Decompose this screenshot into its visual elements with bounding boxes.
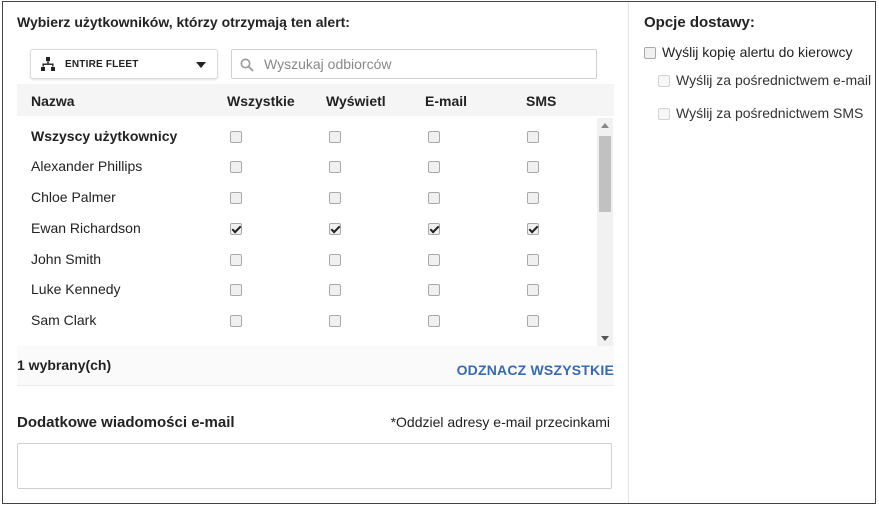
checkbox-email[interactable]: [428, 315, 440, 327]
scrollbar-thumb[interactable]: [599, 136, 611, 212]
checkbox-sms[interactable]: [527, 161, 539, 173]
checkbox-email[interactable]: [428, 254, 440, 266]
deselect-all-link[interactable]: ODZNACZ WSZYSTKIE: [457, 362, 614, 378]
checkbox-all[interactable]: [230, 284, 242, 296]
recipients-table-header: Nazwa Wszystkie Wyświetl E-mail SMS: [17, 84, 614, 116]
delivery-options-title: Opcje dostawy:: [644, 14, 755, 31]
checkbox-email[interactable]: [428, 284, 440, 296]
checkbox-display[interactable]: [329, 131, 341, 143]
row-name: John Smith: [31, 251, 102, 267]
table-row: Sam Clark: [17, 304, 597, 334]
checkbox-email[interactable]: [428, 161, 440, 173]
checkbox-all[interactable]: [230, 192, 242, 204]
option-send-sms[interactable]: Wyślij za pośrednictwem SMS: [658, 105, 863, 121]
table-scrollbar[interactable]: [597, 118, 613, 346]
checkbox-sms[interactable]: [527, 284, 539, 296]
checkbox-email[interactable]: [428, 192, 440, 204]
row-name: Alexander Phillips: [31, 158, 143, 174]
checkbox-copy-to-driver[interactable]: [644, 47, 656, 59]
column-header-sms: SMS: [526, 93, 557, 109]
checkbox-display[interactable]: [329, 192, 341, 204]
selected-count: 1 wybrany(ch): [17, 357, 112, 373]
option-label: Wyślij kopię alertu do kierowcy: [662, 44, 853, 60]
checkbox-email[interactable]: [428, 223, 440, 235]
recipients-table-body: Wszyscy użytkownicy Alexander Phillips C…: [17, 116, 614, 346]
extra-emails-title: Dodatkowe wiadomości e-mail: [17, 414, 235, 431]
table-row: Alexander Phillips: [17, 150, 597, 180]
row-name: Wszyscy użytkownicy: [31, 128, 178, 144]
checkbox-all[interactable]: [230, 131, 242, 143]
scroll-up-arrow-icon[interactable]: [601, 123, 609, 128]
recipient-search[interactable]: [231, 49, 597, 79]
checkbox-sms[interactable]: [527, 131, 539, 143]
column-header-email: E-mail: [425, 93, 468, 109]
checkbox-sms[interactable]: [527, 254, 539, 266]
checkbox-sms[interactable]: [527, 223, 539, 235]
option-label: Wyślij za pośrednictwem e-mail: [676, 72, 872, 88]
column-header-display: Wyświetl: [326, 93, 386, 109]
checkbox-send-email[interactable]: [658, 75, 670, 87]
table-row: Luke Kennedy: [17, 273, 597, 303]
checkbox-display[interactable]: [329, 223, 341, 235]
option-label: Wyślij za pośrednictwem SMS: [676, 105, 864, 121]
checkbox-sms[interactable]: [527, 315, 539, 327]
checkbox-display[interactable]: [329, 254, 341, 266]
caret-down-icon: [196, 62, 206, 68]
table-row: [17, 335, 597, 346]
table-row: Chloe Palmer: [17, 181, 597, 211]
column-header-all: Wszystkie: [227, 93, 295, 109]
checkbox-sms[interactable]: [527, 192, 539, 204]
row-name: Luke Kennedy: [31, 281, 121, 297]
search-icon: [240, 58, 254, 72]
row-name: Sam Clark: [31, 312, 97, 328]
extra-emails-input[interactable]: [17, 443, 612, 489]
row-name: Chloe Palmer: [31, 189, 116, 205]
checkbox-all[interactable]: [230, 254, 242, 266]
option-send-email[interactable]: Wyślij za pośrednictwem e-mail: [658, 72, 871, 88]
table-row-all-users: Wszyscy użytkownicy: [17, 120, 597, 150]
selection-footer: 1 wybrany(ch) ODZNACZ WSZYSTKIE: [17, 346, 614, 386]
checkbox-display[interactable]: [329, 284, 341, 296]
checkbox-all[interactable]: [230, 161, 242, 173]
option-copy-to-driver[interactable]: Wyślij kopię alertu do kierowcy: [644, 44, 853, 60]
checkbox-display[interactable]: [329, 315, 341, 327]
row-name: Ewan Richardson: [31, 220, 141, 236]
fleet-dropdown-label: ENTIRE FLEET: [65, 59, 139, 70]
search-input[interactable]: [262, 53, 582, 75]
panel-divider: [628, 2, 629, 503]
checkbox-all[interactable]: [230, 315, 242, 327]
column-header-name: Nazwa: [31, 93, 75, 109]
fleet-dropdown[interactable]: ENTIRE FLEET: [30, 49, 218, 79]
alert-recipients-panel: Wybierz użytkowników, którzy otrzymają t…: [2, 1, 876, 504]
checkbox-all[interactable]: [230, 223, 242, 235]
table-row: John Smith: [17, 243, 597, 273]
checkbox-send-sms[interactable]: [658, 108, 670, 120]
checkbox-display[interactable]: [329, 161, 341, 173]
extra-emails-hint: *Oddziel adresy e-mail przecinkami: [390, 414, 610, 430]
scroll-down-arrow-icon[interactable]: [601, 336, 609, 341]
table-row: Ewan Richardson: [17, 212, 597, 242]
hierarchy-icon: [41, 57, 55, 71]
recipients-title: Wybierz użytkowników, którzy otrzymają t…: [17, 14, 350, 30]
checkbox-email[interactable]: [428, 131, 440, 143]
